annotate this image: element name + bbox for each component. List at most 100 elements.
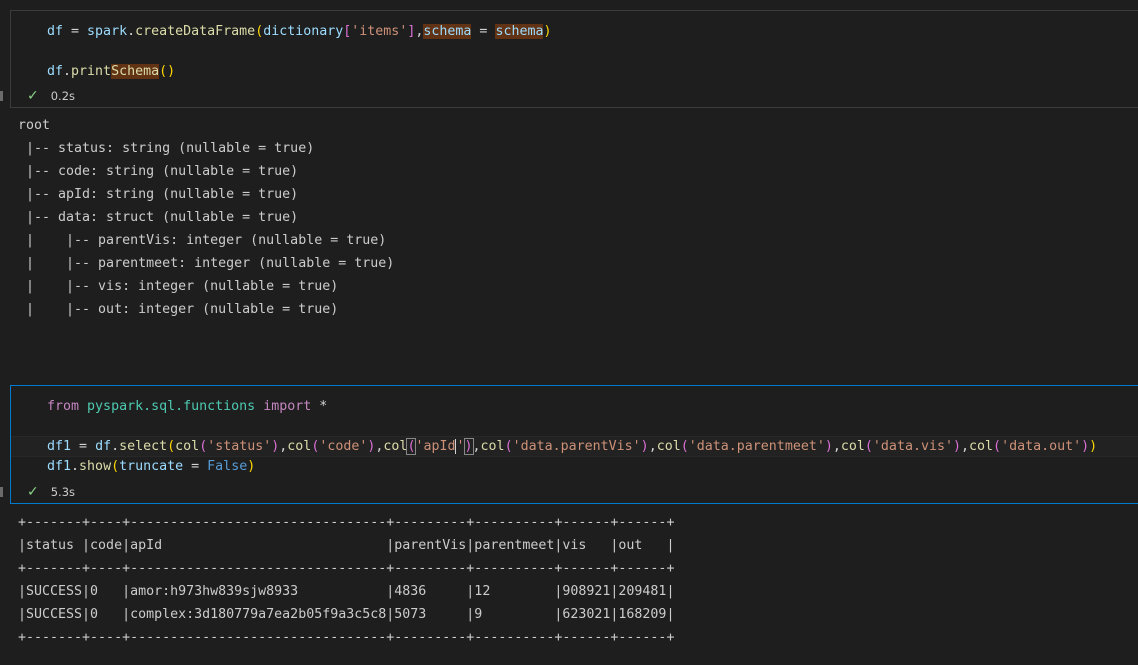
- code-token: df1: [47, 459, 72, 474]
- code-token: col: [969, 439, 994, 454]
- schema-line: |-- apId: string (nullable = true): [18, 187, 299, 202]
- code-token: (: [864, 439, 873, 454]
- code-cell-1[interactable]: df = spark.createDataFrame(dictionary['i…: [10, 10, 1138, 108]
- code-token: df: [47, 64, 64, 79]
- code-token: col: [383, 439, 408, 454]
- code-line[interactable]: df = spark.createDataFrame(dictionary['i…: [47, 22, 552, 42]
- table-row: |SUCCESS|0 |complex:3d180779a7ea2b05f9a3…: [18, 607, 675, 622]
- code-token: False: [207, 459, 248, 474]
- code-token: (: [199, 439, 208, 454]
- code-token: col: [656, 439, 681, 454]
- code-token: ): [952, 439, 961, 454]
- code-token: col: [480, 439, 505, 454]
- code-token: (: [255, 24, 264, 39]
- code-token: Schema: [111, 64, 160, 79]
- code-token: 'data.out': [1001, 439, 1082, 454]
- code-line[interactable]: from pyspark.sql.functions import *: [47, 397, 1097, 417]
- schema-line: |-- data: struct (nullable = true): [18, 210, 299, 225]
- code-cell-2[interactable]: from pyspark.sql.functions import * df1 …: [10, 385, 1138, 504]
- code-token: pyspark.sql.functions: [87, 399, 256, 414]
- code-token: ': [456, 439, 465, 454]
- schema-line: |-- code: string (nullable = true): [18, 164, 299, 179]
- code-token: show: [79, 459, 112, 474]
- code-token: ): [1089, 439, 1098, 454]
- schema-line: |-- status: string (nullable = true): [18, 141, 315, 156]
- code-line[interactable]: [47, 417, 1097, 437]
- code-token: ): [247, 459, 256, 474]
- table-row: +-------+----+--------------------------…: [18, 515, 675, 530]
- code-line[interactable]: df1 = df.select(col('status'),col('code'…: [47, 437, 1097, 457]
- code-editor[interactable]: from pyspark.sql.functions import * df1 …: [47, 397, 1097, 477]
- code-token: 'data.parentmeet': [688, 439, 825, 454]
- code-token: ): [824, 439, 833, 454]
- code-token: (: [111, 459, 120, 474]
- check-icon: ✓: [27, 88, 39, 104]
- code-token: ): [543, 24, 552, 39]
- table-row: |status |code|apId |parentVis|parentmeet…: [18, 538, 675, 553]
- code-token: truncate: [119, 459, 184, 474]
- code-line[interactable]: [47, 42, 552, 62]
- code-token: schema: [423, 24, 472, 39]
- code-token: df1: [47, 439, 72, 454]
- code-token: (: [504, 439, 513, 454]
- execution-status: ✓ 0.2s: [27, 88, 75, 104]
- code-line[interactable]: df1.show(truncate = False): [47, 457, 1097, 477]
- code-token: schema: [495, 24, 544, 39]
- table-row: +-------+----+--------------------------…: [18, 561, 675, 576]
- code-token: =: [63, 24, 88, 39]
- code-token: from: [47, 399, 80, 414]
- code-token: *: [311, 399, 328, 414]
- code-token: 'status': [207, 439, 272, 454]
- code-token: df: [47, 24, 64, 39]
- schema-line: | |-- parentVis: integer (nullable = tru…: [18, 233, 387, 248]
- code-token: import: [263, 399, 312, 414]
- code-editor[interactable]: df = spark.createDataFrame(dictionary['i…: [47, 22, 552, 82]
- code-token: select: [119, 439, 168, 454]
- execution-duration: 5.3s: [50, 485, 76, 499]
- code-token: 'code': [319, 439, 368, 454]
- code-token: print: [71, 64, 112, 79]
- code-token: createDataFrame: [135, 24, 256, 39]
- code-token: (: [680, 439, 689, 454]
- schema-line: | |-- parentmeet: integer (nullable = tr…: [18, 256, 395, 271]
- table-row: |SUCCESS|0 |amor:h973hw839sjw8933 |4836 …: [18, 584, 675, 599]
- code-token: ,: [961, 439, 970, 454]
- code-token: 'data.parentVis': [512, 439, 641, 454]
- code-token: .: [63, 64, 72, 79]
- cell-gutter-handle[interactable]: [0, 91, 3, 101]
- code-token: (): [159, 64, 176, 79]
- execution-duration: 0.2s: [50, 89, 76, 103]
- code-token: .: [127, 24, 136, 39]
- code-token: dictionary: [263, 24, 344, 39]
- code-token: ): [1081, 439, 1090, 454]
- code-token: .: [71, 459, 80, 474]
- code-token: col: [287, 439, 312, 454]
- code-token: (: [167, 439, 176, 454]
- code-line[interactable]: df.printSchema(): [47, 62, 552, 82]
- code-token: df: [95, 439, 112, 454]
- code-token: =: [71, 439, 96, 454]
- code-token: 'apId: [415, 439, 457, 454]
- execution-status: ✓ 5.3s: [27, 484, 75, 500]
- code-token: .: [111, 439, 120, 454]
- schema-line: | |-- out: integer (nullable = true): [18, 302, 339, 317]
- code-token: ,: [832, 439, 841, 454]
- code-token: ): [463, 438, 474, 455]
- schema-line: | |-- vis: integer (nullable = true): [18, 279, 339, 294]
- code-token: 'data.vis': [872, 439, 953, 454]
- cell-gutter-handle[interactable]: [0, 487, 3, 497]
- check-icon: ✓: [27, 484, 39, 500]
- code-token: =: [471, 24, 496, 39]
- schema-line: root: [18, 118, 51, 133]
- code-token: (: [993, 439, 1002, 454]
- code-token: spark: [87, 24, 128, 39]
- code-token: ,: [648, 439, 657, 454]
- code-token: ): [640, 439, 649, 454]
- table-row: +-------+----+--------------------------…: [18, 630, 675, 645]
- cell-output-1: root |-- status: string (nullable = true…: [18, 114, 394, 321]
- code-token: =: [183, 459, 208, 474]
- cell-output-2: +-------+----+--------------------------…: [18, 511, 674, 649]
- code-token: col: [840, 439, 865, 454]
